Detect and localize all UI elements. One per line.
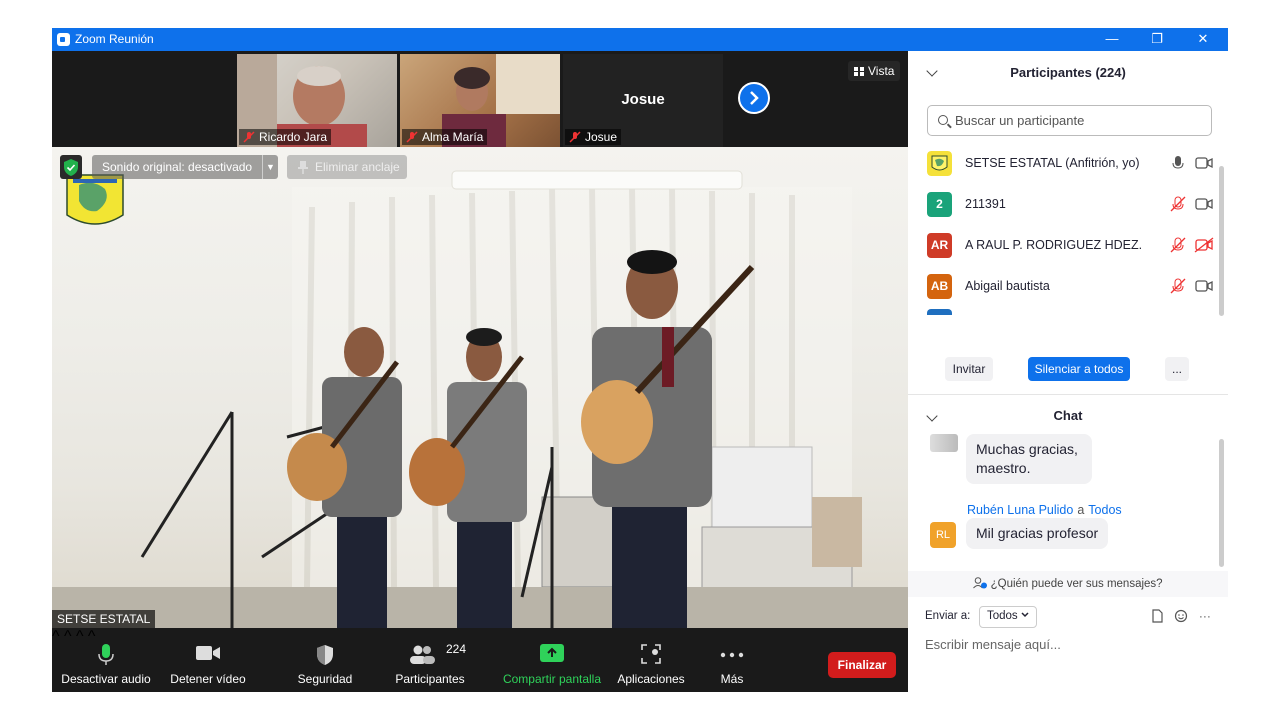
invite-button[interactable]: Invitar xyxy=(945,357,993,381)
chat-messages: Muchas gracias, maestro. Rubén Luna Puli… xyxy=(908,434,1218,569)
person-info-icon xyxy=(973,577,988,589)
video-thumb-ricardo[interactable]: Ricardo Jara xyxy=(237,54,397,147)
meeting-area: Ricardo Jara Alma María Josue Josue Vist… xyxy=(52,51,908,692)
chevron-down-icon xyxy=(1021,612,1029,618)
video-camera-icon xyxy=(196,646,220,660)
restore-button[interactable]: ❐ xyxy=(1137,29,1177,49)
file-icon[interactable] xyxy=(1150,609,1164,623)
microphone-icon xyxy=(98,644,114,665)
participant-search-input[interactable]: Buscar un participante xyxy=(927,105,1212,136)
thumb-name-label: Ricardo Jara xyxy=(239,129,332,145)
chat-message: Mil gracias profesor xyxy=(966,518,1109,549)
chat-more-button[interactable]: ··· xyxy=(1199,609,1211,623)
video-thumb-josue[interactable]: Josue Josue xyxy=(563,54,723,147)
participant-avatar: AR xyxy=(927,233,952,258)
participant-actions: Invitar Silenciar a todos ... xyxy=(908,351,1228,391)
audio-options-chevron-icon[interactable]: ^ xyxy=(52,628,60,645)
thumb-name-label: Alma María xyxy=(402,129,488,145)
pin-icon xyxy=(298,161,308,174)
close-button[interactable]: ✕ xyxy=(1183,29,1223,49)
next-page-button[interactable] xyxy=(738,82,770,114)
more-button[interactable]: Más xyxy=(702,628,762,692)
search-icon xyxy=(938,115,948,125)
video-thumb-alma[interactable]: Alma María xyxy=(400,54,560,147)
gallery-strip: Ricardo Jara Alma María Josue Josue Vist… xyxy=(52,51,908,147)
title-bar: Zoom Reunión — ❐ ✕ xyxy=(52,28,1228,51)
end-meeting-button[interactable]: Finalizar xyxy=(828,652,896,678)
mic-on-icon xyxy=(1172,156,1213,169)
thumb-name-label: Josue xyxy=(565,129,622,145)
active-speaker-name: SETSE ESTATAL xyxy=(52,610,156,628)
apps-icon xyxy=(641,644,661,664)
participant-row[interactable]: AB Abigail bautista xyxy=(908,266,1218,307)
who-can-see-link[interactable]: ¿Quién puede ver sus mensajes? xyxy=(908,571,1228,597)
chevron-right-icon xyxy=(750,91,759,105)
host-avatar xyxy=(927,151,952,176)
side-panel: Participantes (224) Buscar un participan… xyxy=(908,51,1228,692)
chat-tools: ··· xyxy=(1150,609,1211,628)
thumb-center-name: Josue xyxy=(621,91,665,108)
muted-mic-icon xyxy=(243,131,255,143)
more-dots-icon xyxy=(720,652,744,658)
participant-row[interactable]: AR A RAUL P. RODRIGUEZ HDEZ. xyxy=(908,225,1218,266)
unpin-button[interactable]: Eliminar anclaje xyxy=(287,155,407,179)
mute-all-button[interactable]: Silenciar a todos xyxy=(1028,357,1130,381)
original-sound-button[interactable]: Sonido original: desactivado ▼ xyxy=(92,155,278,179)
chat-message: Muchas gracias, maestro. xyxy=(966,434,1092,484)
participant-avatar: 2 xyxy=(927,192,952,217)
participants-icon xyxy=(410,645,435,664)
grid-icon xyxy=(854,67,864,76)
chat-scrollbar[interactable] xyxy=(1219,439,1224,567)
send-to-label: Enviar a: xyxy=(925,610,971,622)
main-video: Sonido original: desactivado ▼ Eliminar … xyxy=(52,147,908,628)
participant-list: SETSE ESTATAL (Anfitrión, yo) 2 211391 A… xyxy=(908,143,1218,315)
mic-muted-icon xyxy=(1170,278,1213,294)
stop-video-button[interactable]: Detener vídeo xyxy=(162,628,254,692)
chevron-down-icon[interactable]: ▼ xyxy=(262,155,278,179)
organization-logo xyxy=(66,174,124,225)
stage-video-image xyxy=(52,170,908,628)
message-sender: Rubén Luna Pulido a Todos xyxy=(967,503,1122,517)
window-title: Zoom Reunión xyxy=(75,32,154,46)
mic-muted-video-off-icon xyxy=(1170,237,1214,253)
shield-icon xyxy=(317,645,333,665)
chat-title: Chat xyxy=(1053,408,1083,423)
mic-muted-icon xyxy=(1170,196,1213,212)
muted-mic-icon xyxy=(569,131,581,143)
panel-divider xyxy=(908,394,1228,395)
zoom-app-icon xyxy=(57,33,70,46)
participant-avatar-partial xyxy=(927,309,952,315)
participant-row[interactable]: 2 211391 xyxy=(908,184,1218,225)
view-button[interactable]: Vista xyxy=(848,61,901,81)
participant-avatar: AB xyxy=(927,274,952,299)
sender-avatar-image xyxy=(930,434,958,452)
participants-button[interactable]: 224 Participantes xyxy=(386,628,474,692)
participant-row[interactable]: SETSE ESTATAL (Anfitrión, yo) xyxy=(908,143,1218,184)
sender-avatar: RL xyxy=(930,522,956,548)
zoom-window: Zoom Reunión — ❐ ✕ Ricardo Jara Alma Mar… xyxy=(52,28,1228,692)
security-button[interactable]: Seguridad xyxy=(282,628,368,692)
participants-header: Participantes (224) xyxy=(908,51,1228,95)
emoji-icon[interactable] xyxy=(1174,609,1188,623)
share-screen-icon xyxy=(540,644,564,662)
meeting-toolbar: Desactivar audio ^ Detener vídeo ^ Segur… xyxy=(52,628,908,692)
security-shield-icon xyxy=(60,155,82,179)
muted-mic-icon xyxy=(406,131,418,143)
apps-button[interactable]: Aplicaciones xyxy=(608,628,694,692)
share-screen-button[interactable]: Compartir pantalla xyxy=(500,628,604,692)
mute-audio-button[interactable]: Desactivar audio xyxy=(60,628,152,692)
chat-compose-input[interactable]: Escribir mensaje aquí... xyxy=(925,637,1061,652)
participants-count: 224 xyxy=(446,642,467,656)
send-to-select[interactable]: Todos xyxy=(979,606,1037,628)
more-options-button[interactable]: ... xyxy=(1165,357,1189,381)
participants-title: Participantes (224) xyxy=(1010,65,1126,80)
minimize-button[interactable]: — xyxy=(1092,29,1132,49)
participants-scrollbar[interactable] xyxy=(1219,166,1224,316)
